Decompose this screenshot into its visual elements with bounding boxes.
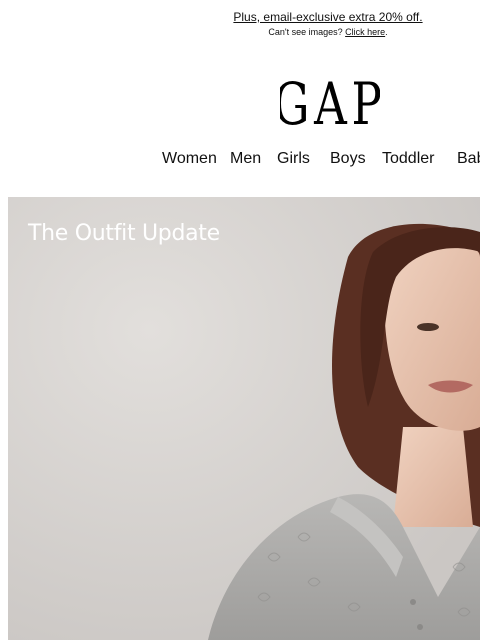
click-here-link[interactable]: Click here <box>345 27 385 37</box>
hero-title: The Outfit Update <box>28 221 220 246</box>
promo-link[interactable]: Plus, email-exclusive extra 20% off. <box>0 10 480 24</box>
email-page: Plus, email-exclusive extra 20% off. Can… <box>0 0 480 640</box>
nav-item-baby[interactable]: Baby <box>457 150 480 168</box>
main-nav: Women Men Girls Boys Toddler Baby <box>0 150 480 174</box>
nav-item-toddler[interactable]: Toddler <box>382 150 434 168</box>
hero-banner[interactable]: The Outfit Update <box>8 197 480 640</box>
hero-image <box>8 197 480 640</box>
nav-item-women[interactable]: Women <box>162 150 217 168</box>
gap-logo[interactable]: GAP <box>280 58 380 138</box>
nav-item-men[interactable]: Men <box>230 150 261 168</box>
nav-item-girls[interactable]: Girls <box>277 150 310 168</box>
gap-logo-text: GAP <box>280 72 380 138</box>
cant-see-images-text: Can't see images? <box>268 27 343 37</box>
nav-item-boys[interactable]: Boys <box>330 150 366 168</box>
cant-see-suffix: . <box>385 27 388 37</box>
cant-see-images-line: Can't see images? Click here. <box>0 27 480 37</box>
